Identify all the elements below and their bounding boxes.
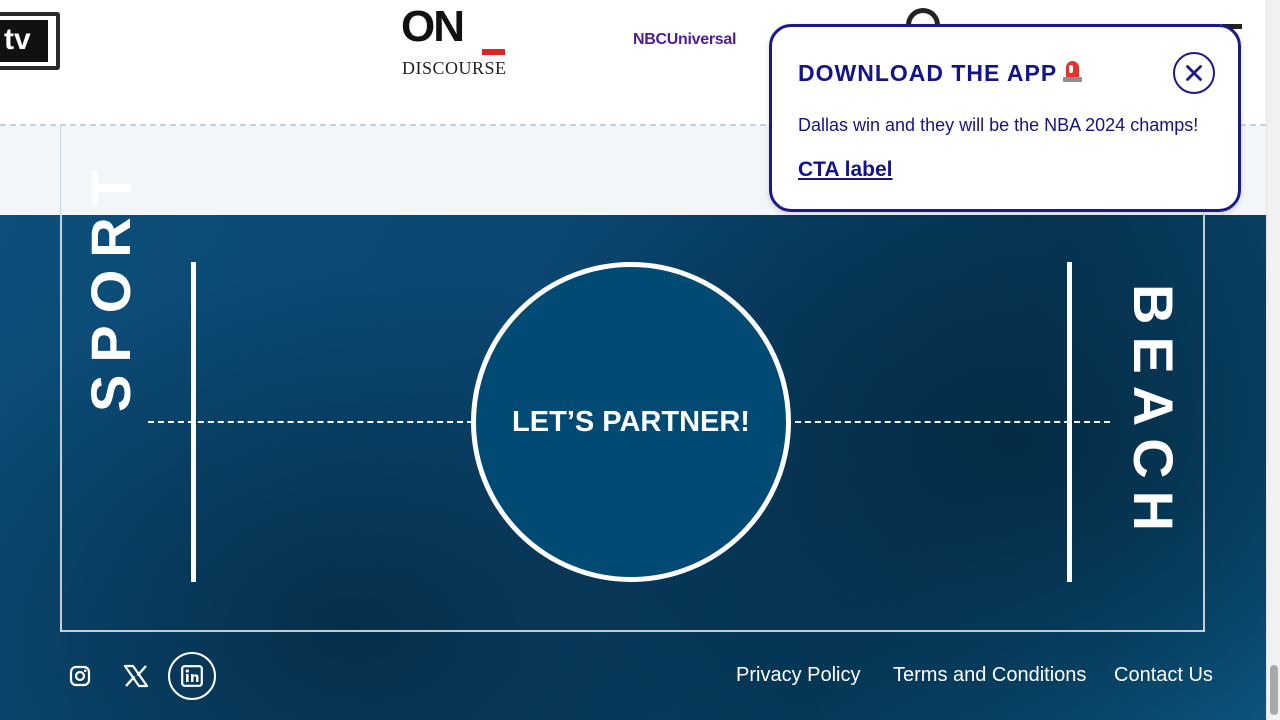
popup-title: DOWNLOAD THE APP bbox=[798, 60, 1058, 86]
sport-word: SPORT bbox=[79, 159, 142, 412]
tv-logo: tv bbox=[0, 12, 60, 70]
popup-title-row: DOWNLOAD THE APP bbox=[798, 60, 1083, 87]
privacy-policy-link[interactable]: Privacy Policy bbox=[736, 664, 860, 687]
court-midline-right bbox=[795, 421, 1110, 423]
lets-partner-label: LET’S PARTNER! bbox=[512, 405, 750, 438]
download-app-popup: DOWNLOAD THE APP Dallas win and they wil… bbox=[769, 24, 1241, 212]
instagram-icon[interactable] bbox=[56, 652, 104, 700]
popup-message: Dallas win and they will be the NBA 2024… bbox=[798, 115, 1199, 135]
on-discourse-logo-underscore bbox=[482, 49, 505, 55]
vertical-scrollbar[interactable] bbox=[1266, 0, 1280, 720]
lets-partner-button[interactable]: LET’S PARTNER! bbox=[471, 262, 791, 582]
siren-icon bbox=[1063, 61, 1083, 83]
popup-cta-link[interactable]: CTA label bbox=[798, 158, 893, 182]
nbcuniversal-logo: NBCUniversal bbox=[633, 31, 737, 48]
close-icon bbox=[1186, 65, 1202, 81]
scrollbar-thumb[interactable] bbox=[1270, 665, 1278, 715]
on-discourse-logo-sub: DISCOURSE bbox=[402, 58, 507, 78]
terms-and-conditions-link[interactable]: Terms and Conditions bbox=[893, 664, 1086, 687]
beach-word: BEACH bbox=[1122, 284, 1185, 544]
x-icon[interactable] bbox=[112, 652, 160, 700]
court-midline-left bbox=[148, 421, 473, 423]
on-discourse-logo: ON DISCOURSE bbox=[401, 2, 511, 79]
on-discourse-logo-main: ON bbox=[401, 2, 465, 51]
pale-band-line-left bbox=[60, 126, 61, 215]
court-sideline-left bbox=[60, 215, 62, 631]
tv-logo-label: tv bbox=[0, 20, 48, 62]
linkedin-icon[interactable] bbox=[168, 652, 216, 700]
court-sideline-right bbox=[1203, 215, 1205, 631]
contact-us-link[interactable]: Contact Us bbox=[1114, 664, 1213, 687]
close-popup-button[interactable] bbox=[1173, 52, 1215, 94]
